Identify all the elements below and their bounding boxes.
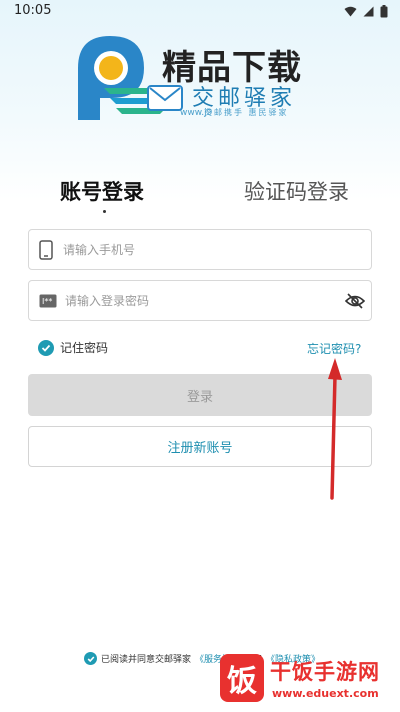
password-input[interactable] xyxy=(65,281,345,320)
wifi-icon xyxy=(344,6,357,17)
battery-icon xyxy=(380,5,388,18)
status-bar: 10:05 xyxy=(0,0,400,24)
register-button[interactable]: 注册新账号 xyxy=(28,426,372,467)
annotation-arrow-icon xyxy=(328,358,342,500)
active-tab-indicator xyxy=(103,210,106,213)
remember-checkbox[interactable] xyxy=(38,339,54,356)
svg-text:I**: I** xyxy=(42,297,52,306)
tab-code-login[interactable]: 验证码登录 xyxy=(244,176,349,206)
phone-input[interactable] xyxy=(63,230,343,269)
app-logo: 精品下载 交邮驿家 www.j9 交邮携手 惠民驿家 xyxy=(70,28,330,124)
status-time: 10:05 xyxy=(14,3,52,18)
password-icon: I** xyxy=(39,294,57,308)
check-icon xyxy=(41,344,51,352)
remember-label: 记住密码 xyxy=(60,341,109,355)
site-watermark: 饭 干饭手游网 www.eduext.com xyxy=(220,654,392,704)
agreement-checkbox[interactable] xyxy=(84,652,97,665)
forgot-password-link[interactable]: 忘记密码? xyxy=(307,340,361,357)
status-icons xyxy=(344,5,388,18)
agreement-text: 已阅读并同意交邮驿家 xyxy=(101,655,192,665)
login-button[interactable]: 登录 xyxy=(28,374,372,416)
logo-slogan: 交邮携手 惠民驿家 xyxy=(204,108,289,117)
password-field[interactable]: I** xyxy=(28,280,372,321)
signal-icon xyxy=(363,6,374,17)
tab-account-login[interactable]: 账号登录 xyxy=(60,176,144,206)
watermark-logo-icon: 饭 xyxy=(220,654,264,702)
eye-off-icon[interactable] xyxy=(345,292,365,310)
check-icon xyxy=(87,655,94,662)
remember-password[interactable]: 记住密码 xyxy=(38,339,108,356)
watermark-url: www.eduext.com xyxy=(272,687,379,700)
phone-field[interactable] xyxy=(28,229,372,270)
phone-icon xyxy=(39,240,53,260)
watermark-title: 干饭手游网 xyxy=(270,660,380,684)
